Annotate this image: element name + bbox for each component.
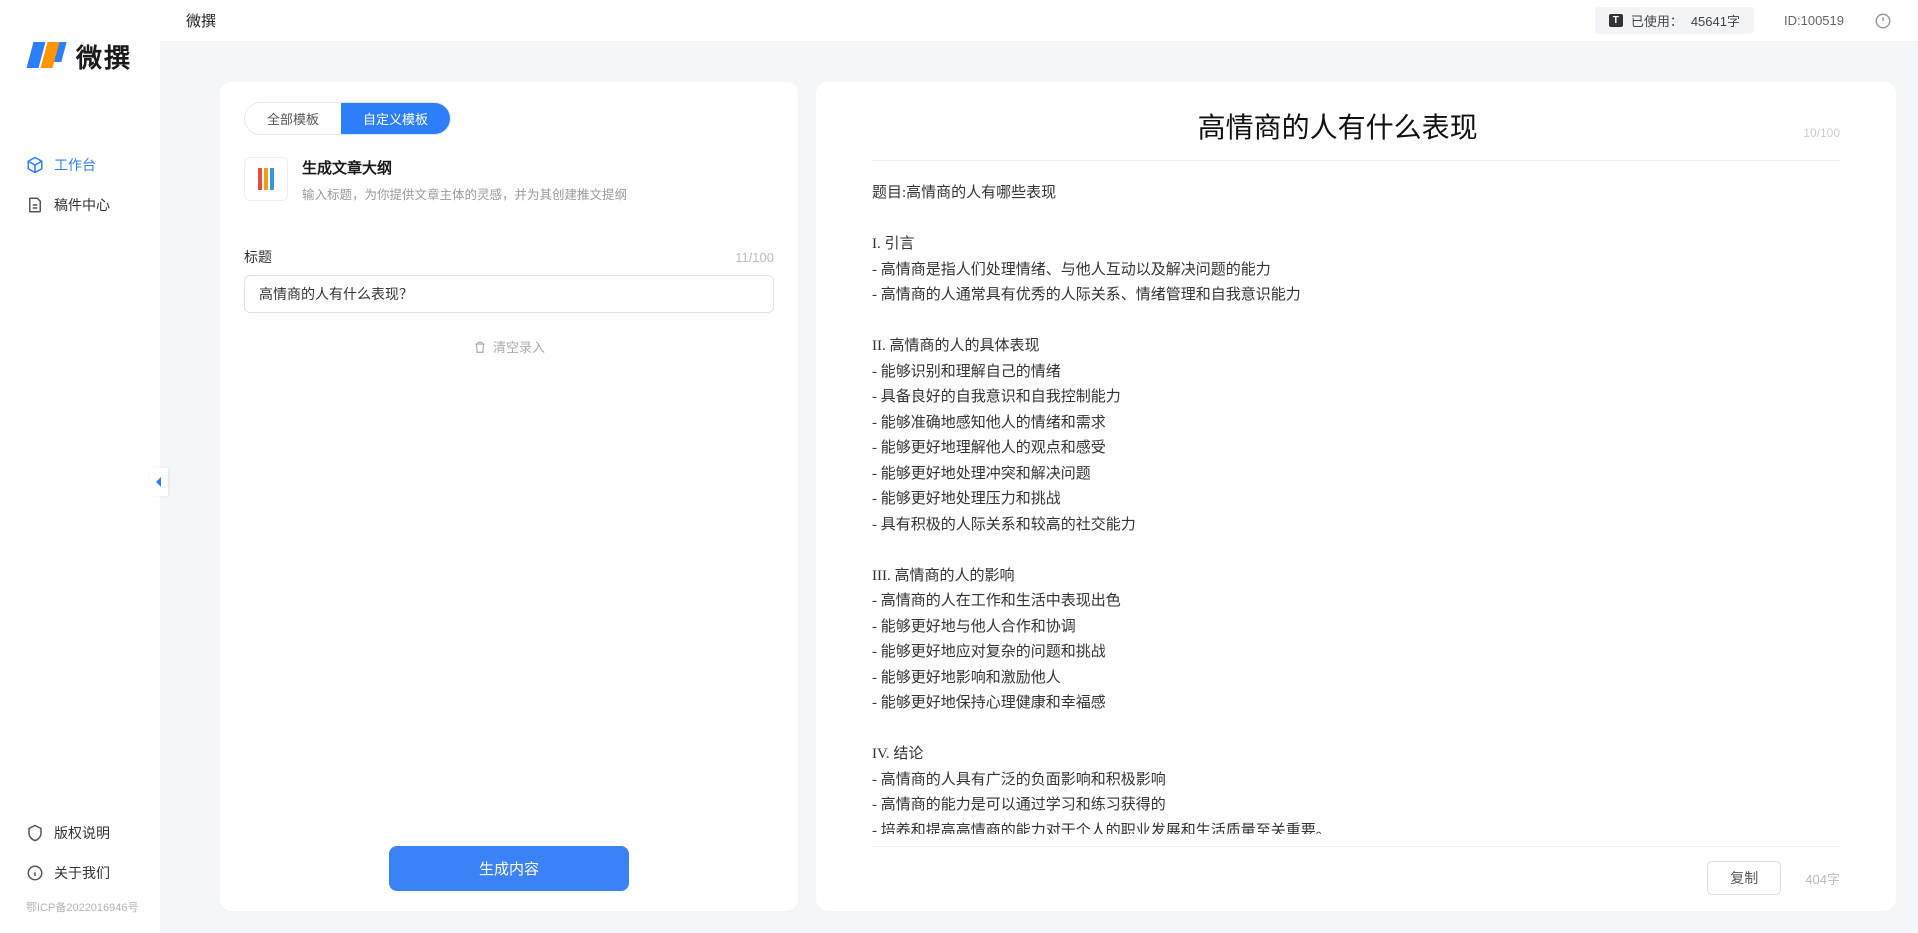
nav-about[interactable]: 关于我们 [0, 853, 160, 893]
nav-label: 版权说明 [54, 823, 110, 843]
app-logo[interactable]: 微撰 [0, 18, 160, 105]
main-content: 全部模板 自定义模板 生成文章大纲 输入标题，为你提供文章主体的灵感，并为其创建… [160, 42, 1918, 933]
nav-label: 工作台 [54, 155, 96, 175]
user-id: ID:100519 [1784, 13, 1844, 28]
sidebar-footer: 版权说明 关于我们 鄂ICP备2022016946号 [0, 813, 160, 933]
nav-label: 稿件中心 [54, 195, 110, 215]
copy-button[interactable]: 复制 [1707, 861, 1781, 895]
shield-icon [26, 824, 44, 842]
clear-label: 清空录入 [493, 337, 545, 356]
input-panel: 全部模板 自定义模板 生成文章大纲 输入标题，为你提供文章主体的灵感，并为其创建… [220, 82, 798, 911]
template-card: 生成文章大纲 输入标题，为你提供文章主体的灵感，并为其创建推文提纲 [244, 157, 774, 203]
collapse-sidebar-button[interactable] [150, 468, 168, 496]
generate-button[interactable]: 生成内容 [389, 846, 629, 891]
logo-text: 微撰 [76, 38, 132, 75]
trash-icon [473, 340, 487, 354]
title-char-count: 11/100 [735, 250, 774, 265]
tab-custom-templates[interactable]: 自定义模板 [341, 103, 450, 134]
nav-workbench[interactable]: 工作台 [0, 145, 160, 185]
page-title: 微撰 [186, 10, 216, 31]
chevron-left-icon [154, 476, 164, 488]
t-icon: T [1609, 14, 1623, 27]
logo-icon [30, 42, 68, 72]
sidebar: 微撰 工作台 稿件中心 版权说明 关于我们 鄂ICP备2022016946号 [0, 0, 160, 933]
nav-copyright[interactable]: 版权说明 [0, 813, 160, 853]
cube-icon [26, 156, 44, 174]
output-title: 高情商的人有什么表现 [872, 106, 1803, 146]
output-body: 题目:高情商的人有哪些表现 I. 引言 - 高情商是指人们处理情绪、与他人互动以… [872, 181, 1840, 834]
usage-badge[interactable]: T 已使用： 45641字 [1595, 7, 1754, 34]
tab-all-templates[interactable]: 全部模板 [245, 103, 341, 134]
output-char-count: 404字 [1805, 869, 1840, 888]
icp-text: 鄂ICP备2022016946号 [0, 893, 160, 921]
template-desc: 输入标题，为你提供文章主体的灵感，并为其创建推文提纲 [302, 184, 774, 203]
info-icon [26, 864, 44, 882]
output-title-count: 10/100 [1803, 126, 1840, 140]
usage-value: 45641字 [1691, 11, 1740, 30]
nav: 工作台 稿件中心 [0, 105, 160, 813]
template-tabs: 全部模板 自定义模板 [244, 102, 451, 135]
topbar: 微撰 T 已使用： 45641字 ID:100519 [160, 0, 1918, 42]
nav-drafts[interactable]: 稿件中心 [0, 185, 160, 225]
output-panel: 高情商的人有什么表现 10/100 题目:高情商的人有哪些表现 I. 引言 - … [816, 82, 1896, 911]
usage-prefix: 已使用： [1631, 11, 1683, 30]
clear-input-button[interactable]: 清空录入 [244, 337, 774, 356]
document-icon [26, 196, 44, 214]
title-input[interactable] [244, 275, 774, 313]
power-icon[interactable] [1874, 12, 1892, 30]
template-thumb-icon [244, 157, 288, 201]
nav-label: 关于我们 [54, 863, 110, 883]
template-title: 生成文章大纲 [302, 157, 774, 178]
title-label: 标题 [244, 247, 272, 267]
